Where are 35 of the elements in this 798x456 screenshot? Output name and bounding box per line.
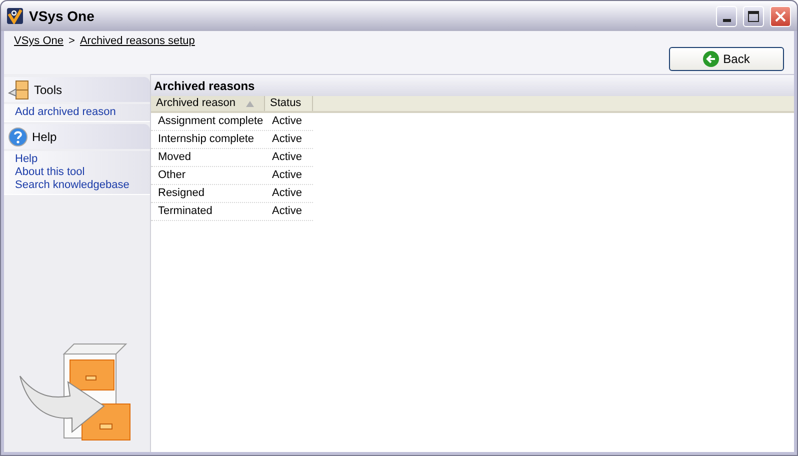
section-title: Tools: [34, 82, 62, 98]
sidebar-link[interactable]: Search knowledgebase: [15, 179, 139, 192]
sidebar-link[interactable]: About this tool: [15, 166, 139, 179]
table-cell-text: Internship complete: [157, 132, 255, 148]
table-cell-text: Active: [271, 132, 303, 148]
maximize-button[interactable]: [743, 6, 764, 26]
close-button[interactable]: [770, 6, 791, 26]
table-cell-text: Assignment complete: [157, 114, 264, 130]
section-title: Help: [32, 128, 57, 146]
table-cell-text: Active: [271, 204, 303, 220]
table-cell-text: Active: [271, 114, 303, 130]
sidebar-link[interactable]: Help: [15, 153, 139, 166]
close-icon: [775, 10, 786, 22]
sort-ascending-icon: [246, 100, 254, 106]
table-cell-text: Resigned: [157, 186, 206, 202]
table-cell-text: Moved: [157, 150, 192, 166]
column-header[interactable]: Status: [265, 96, 313, 111]
table-cell-text: Active: [271, 168, 303, 184]
column-header[interactable]: Archived reason: [151, 96, 265, 111]
table-cell-text: Other: [157, 168, 187, 184]
breadcrumb-separator: >: [68, 34, 75, 49]
folders-icon: [8, 78, 30, 100]
minimize-button[interactable]: [716, 6, 737, 26]
breadcrumb-link[interactable]: VSys One: [14, 33, 64, 50]
app-logo-icon: [7, 8, 23, 24]
panel-title: Archived reasons: [154, 78, 255, 94]
minimize-icon: [722, 18, 730, 22]
maximize-icon: [748, 10, 759, 22]
table-cell-text: Active: [271, 150, 303, 166]
table-cell-text: Active: [271, 186, 303, 202]
window-title: VSys One: [29, 6, 94, 26]
back-button[interactable]: Back: [669, 47, 784, 71]
table-cell-text: Terminated: [157, 204, 214, 220]
breadcrumb-link[interactable]: Archived reasons setup: [80, 33, 195, 50]
help-icon: [8, 126, 28, 146]
